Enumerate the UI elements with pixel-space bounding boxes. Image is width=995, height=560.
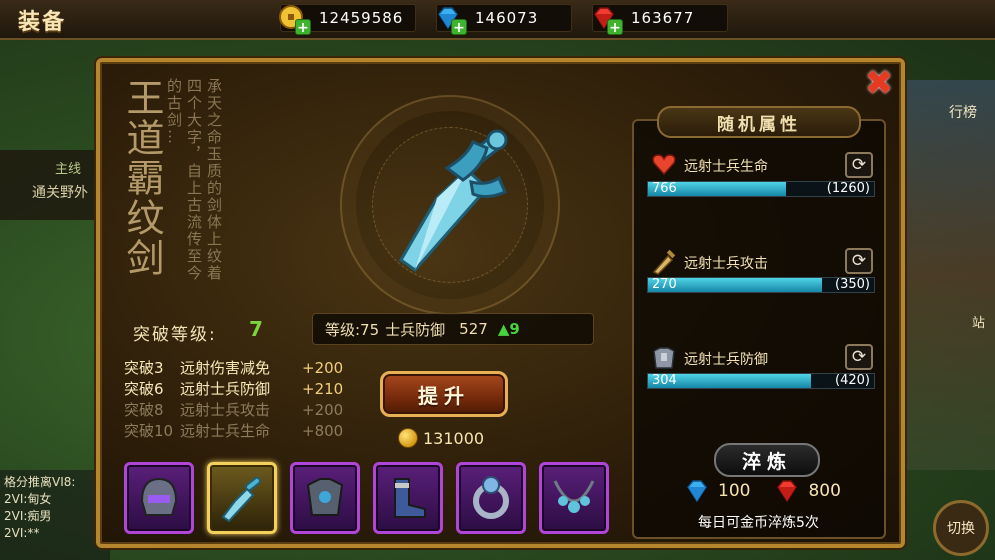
quest-text: 通关野外	[32, 185, 88, 201]
bonus-row: 突破3 远射伤害减免 +200	[124, 358, 343, 379]
chat-panel[interactable]: 格分推离VI8: 2VI:甸女 2VI:痴男 2VI:**	[0, 470, 110, 560]
item-stat-name: 士兵防御	[385, 320, 446, 339]
attr-bar-attack: 270 (350)	[647, 277, 875, 293]
equipment-slot-ring[interactable]	[456, 462, 526, 534]
equipment-slots	[124, 462, 609, 534]
bonus-value: +200	[302, 359, 344, 377]
quest-tag: 主线	[55, 162, 82, 177]
attr-max: (1260)	[826, 181, 870, 196]
bonus-value: +800	[302, 422, 344, 440]
bonus-level: 突破8	[124, 401, 164, 419]
bonus-row: 突破6 远射士兵防御 +210	[124, 379, 343, 400]
breakthrough-bonus-list: 突破3 远射伤害减免 +200 突破6 远射士兵防御 +210 突破8 远射士兵…	[124, 358, 343, 442]
switch-button[interactable]: 切换	[933, 500, 989, 556]
refine-button[interactable]: 淬炼	[714, 443, 820, 477]
chat-line: 格分推离VI8:	[4, 475, 76, 489]
bonus-name: 远射伤害减免	[180, 359, 271, 377]
item-name: 王道霸纹剑	[120, 78, 164, 278]
attr-max: (350)	[835, 277, 870, 292]
ring-icon	[473, 476, 509, 519]
ruby-currency: + 163677	[592, 4, 728, 36]
helmet-icon	[140, 477, 178, 516]
gold-coin-icon	[398, 428, 418, 448]
item-level: 等级:75	[325, 320, 380, 339]
boots-icon	[394, 478, 426, 518]
attr-value: 766	[652, 181, 677, 196]
chest-armor-icon	[306, 478, 344, 516]
page-title: 装备	[18, 10, 67, 35]
map-scene	[900, 80, 995, 470]
add-gold-button[interactable]: +	[295, 19, 311, 36]
item-stat-value: 527	[459, 320, 488, 338]
bonus-name: 远射士兵防御	[180, 380, 271, 398]
add-diamond-button[interactable]: +	[451, 19, 467, 36]
attr-label-defense: 远射士兵防御	[684, 352, 768, 368]
red-ruby-icon	[777, 480, 798, 503]
diamond-currency: + 146073	[436, 4, 572, 36]
chat-line: 2VI:甸女	[4, 492, 52, 506]
breakthrough-label: 突破等级:	[133, 325, 217, 345]
ruby-amount: 163677	[631, 9, 695, 27]
breakthrough-level: 7	[249, 317, 263, 341]
bonus-row: 突破10 远射士兵生命 +800	[124, 421, 343, 442]
bonus-name: 远射士兵生命	[180, 422, 271, 440]
refine-cost-diamond: 100	[718, 481, 751, 501]
stat-increase: ▲9	[497, 320, 520, 338]
bonus-row: 突破8 远射士兵攻击 +200	[124, 400, 343, 421]
heart-icon	[652, 154, 676, 176]
item-description: 承天之命玉质的剑体上纹着四个大字，自上古流传至今的古剑…	[165, 78, 223, 282]
item-stat-box: 等级:75 士兵防御 527 ▲9	[312, 313, 594, 345]
upgrade-button[interactable]: 提升	[380, 371, 508, 417]
bonus-value: +200	[302, 401, 344, 419]
add-ruby-button[interactable]: +	[607, 19, 623, 36]
attr-bar-defense: 304 (420)	[647, 373, 875, 389]
bonus-value: +210	[302, 380, 344, 398]
station-label: 站	[971, 316, 985, 331]
random-attributes-title: 随机属性	[657, 106, 861, 138]
refresh-attack-button[interactable]: ⟳	[845, 248, 873, 274]
upgrade-cost-value: 131000	[423, 428, 485, 448]
diamond-amount: 146073	[475, 9, 539, 27]
bonus-level: 突破6	[124, 380, 164, 398]
equipment-slot-weapon[interactable]	[207, 462, 277, 534]
bonus-name: 远射士兵攻击	[180, 401, 271, 419]
close-button[interactable]: ✖	[862, 66, 896, 100]
top-bar: 装备 + 12459586 + 146073 + 163677	[0, 0, 995, 40]
attr-max: (420)	[835, 373, 870, 388]
sword-icon	[399, 129, 508, 273]
chat-line: 2VI:**	[4, 526, 40, 540]
upgrade-cost: 131000	[398, 428, 484, 448]
stat-increase-value: 9	[509, 320, 520, 338]
gold-amount: 12459586	[319, 9, 404, 27]
equipment-slot-boots[interactable]	[373, 462, 443, 534]
chat-line: 2VI:痴男	[4, 509, 52, 523]
refresh-defense-button[interactable]: ⟳	[845, 344, 873, 370]
bonus-level: 突破10	[124, 422, 174, 440]
sword-icon	[221, 476, 261, 523]
attr-value: 270	[652, 277, 677, 292]
equipment-slot-armor[interactable]	[290, 462, 360, 534]
blue-diamond-icon	[687, 480, 707, 503]
refresh-health-button[interactable]: ⟳	[845, 152, 873, 178]
armor-icon	[653, 347, 675, 369]
attr-label-attack: 远射士兵攻击	[684, 256, 768, 272]
ranking-button[interactable]: 行榜	[949, 102, 977, 122]
refine-costs: 100 800	[684, 478, 874, 504]
equipment-slot-necklace[interactable]	[539, 462, 609, 534]
attr-label-health: 远射士兵生命	[684, 159, 768, 175]
equipment-slot-helmet[interactable]	[124, 462, 194, 534]
necklace-icon	[553, 480, 595, 513]
refine-cost-ruby: 800	[808, 481, 841, 501]
bonus-level: 突破3	[124, 359, 164, 377]
sword-attack-icon	[652, 249, 676, 275]
attr-value: 304	[652, 373, 677, 388]
attr-bar-health: 766 (1260)	[647, 181, 875, 197]
gold-currency: + 12459586	[279, 4, 416, 36]
refine-note: 每日可金币淬炼5次	[698, 515, 819, 531]
